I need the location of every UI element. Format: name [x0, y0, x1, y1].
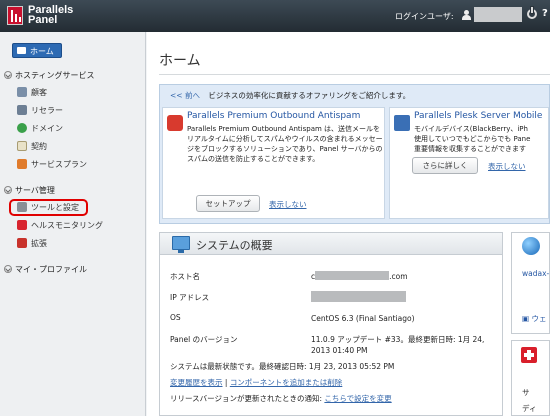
section-title: サーバ管理	[15, 186, 55, 195]
home-icon	[17, 47, 26, 54]
sidebar-item-subscriptions[interactable]: 契約	[17, 140, 127, 153]
hostname-value: c .com	[311, 271, 408, 282]
right-column: wadax- ▣ ウェ サ ディ	[511, 232, 550, 416]
sidebar-item-label: 契約	[31, 142, 47, 151]
section-server-management[interactable]: サーバ管理	[4, 185, 55, 196]
system-links-row: 変更履歴を表示 | コンポーネントを追加または削除	[170, 377, 342, 388]
promo-panel: << 前へ ビジネスの効率化に貢献するオファリングをご紹介します。 Parall…	[159, 84, 550, 224]
promo-card-antispam: Parallels Premium Outbound Antispam Para…	[162, 107, 385, 219]
promo-prev-link[interactable]: << 前へ	[170, 91, 200, 100]
os-label: OS	[170, 313, 181, 322]
view-history-link[interactable]: 変更履歴を表示	[170, 378, 223, 387]
card-title[interactable]: Parallels Plesk Server Mobile	[414, 111, 542, 121]
hostname-label: ホスト名	[170, 272, 200, 281]
page-title: ホーム	[159, 53, 201, 69]
section-title: マイ・プロファイル	[15, 265, 87, 274]
hostname-suffix: .com	[389, 272, 408, 281]
logout-power-icon[interactable]	[527, 7, 537, 19]
monitor-icon	[172, 236, 190, 253]
web-link[interactable]: ▣ ウェ	[522, 313, 546, 324]
card-body: Parallels Premium Outbound Antispam は、送信…	[187, 125, 383, 163]
sidebar: ホーム ホスティングサービス 顧客 リセラー ドメイン 契約 サービスプラン サ…	[0, 32, 146, 416]
logo-text: Parallels Panel	[28, 5, 73, 26]
sidebar-item-service-plans[interactable]: サービスプラン	[17, 158, 127, 171]
system-overview-title: システムの概要	[196, 239, 273, 252]
release-notify-row: リリースバージョンが更新されたときの通知: こちらで設定を変更	[170, 393, 392, 404]
system-overview-header: システムの概要	[160, 233, 502, 255]
title-divider	[159, 74, 550, 75]
system-overview-panel: システムの概要 ホスト名 c .com IP アドレス OS CentOS 6.3…	[159, 232, 503, 416]
top-header: Parallels Panel ログインユーザ: ?	[0, 0, 550, 32]
collapse-icon	[4, 265, 12, 273]
username-redacted[interactable]	[474, 7, 522, 22]
learn-more-button[interactable]: さらに詳しく	[412, 157, 478, 174]
domains-icon	[17, 123, 27, 133]
health-plus-icon	[521, 347, 537, 363]
sidebar-item-label: リセラー	[31, 106, 63, 115]
card-body: モバイルデバイス(BlackBerry、iPh 使用していつでもどこからでも P…	[414, 124, 548, 154]
subscriptions-icon	[17, 141, 27, 151]
dismiss-link[interactable]: 表示しない	[269, 199, 307, 210]
ip-redacted	[311, 291, 406, 302]
panel-version-value: 11.0.9 アップデート #33。最終更新日時: 1月 24, 2013 01…	[311, 335, 485, 355]
parallels-logo[interactable]: Parallels Panel	[7, 5, 79, 28]
card-title[interactable]: Parallels Premium Outbound Antispam	[187, 111, 360, 121]
domain-panel: wadax- ▣ ウェ	[511, 232, 550, 334]
card-body-line: 使用していつでもどこからでも Pane	[414, 135, 531, 143]
card-body-line: モバイルデバイス(BlackBerry、iPh	[414, 125, 528, 133]
highlight-annotation	[9, 199, 88, 216]
customers-icon	[17, 87, 27, 97]
promo-heading: ビジネスの効率化に貢献するオファリングをご紹介します。	[208, 91, 411, 100]
web-link-label: ウェ	[531, 314, 547, 323]
home-label: ホーム	[30, 47, 54, 56]
os-value: CentOS 6.3 (Final Santiago)	[311, 314, 415, 323]
user-icon	[462, 10, 471, 20]
link-separator: |	[224, 378, 228, 387]
main-content: ホーム << 前へ ビジネスの効率化に貢献するオファリングをご紹介します。 Pa…	[147, 32, 550, 416]
collapse-icon	[4, 71, 12, 79]
sidebar-item-customers[interactable]: 顧客	[17, 86, 127, 99]
components-link[interactable]: コンポーネントを追加または削除	[230, 378, 343, 387]
change-settings-link[interactable]: こちらで設定を変更	[324, 394, 391, 403]
sidebar-item-label: 顧客	[31, 88, 47, 97]
dismiss-link[interactable]: 表示しない	[488, 161, 526, 172]
domain-link[interactable]: wadax-	[522, 269, 549, 278]
antispam-icon	[167, 115, 183, 131]
health-item-2[interactable]: ディ	[522, 403, 536, 414]
resellers-icon	[17, 105, 27, 115]
health-monitoring-icon	[17, 220, 27, 230]
panel-version-label: Panel のバージョン	[170, 335, 238, 344]
card-body-line: 重要情報を収集することができます	[414, 145, 526, 153]
section-my-profile[interactable]: マイ・プロファイル	[4, 264, 87, 275]
sidebar-home-button[interactable]: ホーム	[12, 43, 62, 58]
service-plans-icon	[17, 159, 27, 169]
promo-header: << 前へ ビジネスの効率化に貢献するオファリングをご紹介します。	[170, 90, 410, 101]
release-notify-label: リリースバージョンが更新されたときの通知:	[170, 394, 325, 403]
parallels-logo-icon	[7, 6, 23, 25]
promo-card-mobile: Parallels Plesk Server Mobile モバイルデバイス(B…	[389, 107, 549, 219]
server-mobile-icon	[394, 115, 410, 131]
sidebar-item-label: 拡張	[31, 239, 47, 248]
sidebar-item-domains[interactable]: ドメイン	[17, 122, 127, 135]
extensions-icon	[17, 238, 27, 248]
system-status-text: システムは最新状態です。最終確認日時: 1月 23, 2013 05:52 PM	[170, 362, 395, 371]
sidebar-item-label: ヘルスモニタリング	[31, 221, 103, 230]
sidebar-item-label: ドメイン	[31, 124, 63, 133]
globe-icon	[522, 237, 540, 255]
sidebar-item-extensions[interactable]: 拡張	[17, 237, 127, 250]
sidebar-item-health-monitoring[interactable]: ヘルスモニタリング	[17, 219, 127, 232]
login-user-label: ログインユーザ:	[395, 12, 454, 21]
hostname-redacted	[315, 271, 390, 280]
ip-label: IP アドレス	[170, 293, 210, 302]
section-title: ホスティングサービス	[15, 71, 95, 80]
setup-button[interactable]: セットアップ	[196, 195, 260, 212]
collapse-icon	[4, 186, 12, 194]
help-icon[interactable]: ?	[542, 8, 550, 20]
sidebar-item-resellers[interactable]: リセラー	[17, 104, 127, 117]
section-hosting-services[interactable]: ホスティングサービス	[4, 70, 95, 81]
health-panel: サ ディ	[511, 340, 550, 416]
sidebar-item-label: サービスプラン	[31, 160, 87, 169]
logo-line2: Panel	[28, 14, 58, 26]
health-item-1[interactable]: サ	[522, 387, 530, 398]
